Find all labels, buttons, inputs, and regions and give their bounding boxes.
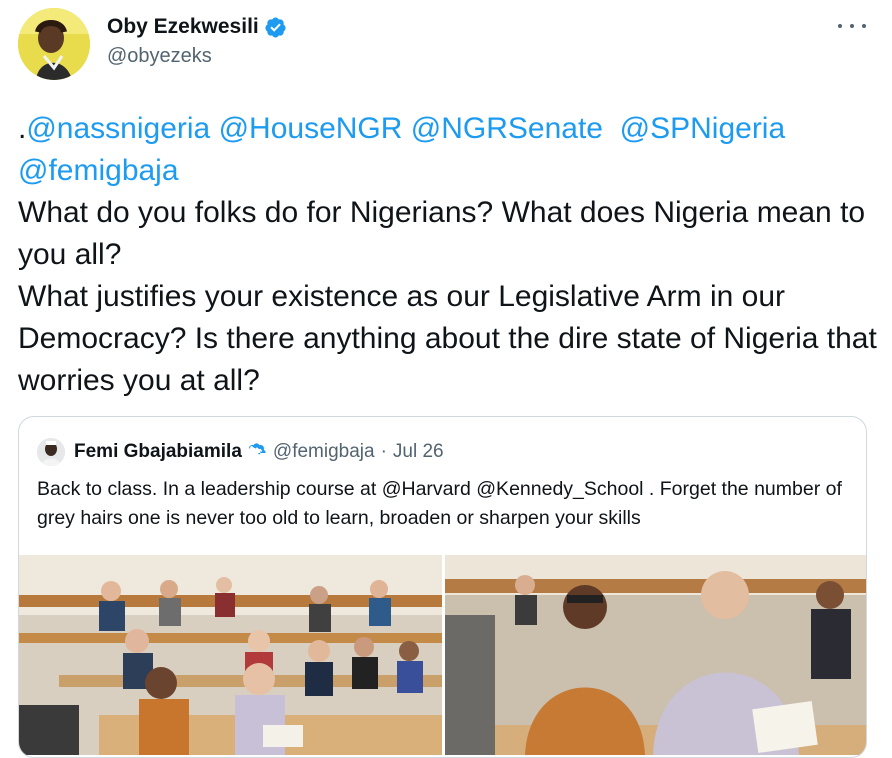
classroom-photo-2[interactable] bbox=[445, 555, 866, 755]
quote-author-handle[interactable]: @femigbaja bbox=[273, 441, 375, 463]
author-block: Oby Ezekwesili @obyezeks bbox=[107, 13, 287, 68]
quote-verified-badge-icon bbox=[248, 442, 266, 456]
quoted-tweet[interactable]: Femi Gbajabiamila @femigbaja · Jul 26 Ba… bbox=[18, 416, 867, 758]
more-options-icon[interactable] bbox=[838, 16, 866, 36]
text-segment bbox=[402, 112, 410, 145]
tweet-text: .@nassnigeria @HouseNGR @NGRSenate @SPNi… bbox=[18, 108, 878, 402]
mention-link[interactable]: @NGRSenate bbox=[411, 112, 603, 145]
verified-badge-icon bbox=[265, 16, 286, 38]
text-segment: @Harvard bbox=[381, 478, 471, 500]
avatar[interactable] bbox=[18, 8, 90, 80]
quote-avatar[interactable] bbox=[37, 438, 65, 466]
classroom-photo-1[interactable] bbox=[19, 555, 442, 755]
text-segment bbox=[603, 112, 620, 145]
quote-author-name[interactable]: Femi Gbajabiamila bbox=[74, 441, 242, 463]
tweet: Oby Ezekwesili @obyezeks .@nassnigeria @… bbox=[0, 0, 892, 758]
mention-link[interactable]: @HouseNGR bbox=[219, 112, 403, 145]
author-handle[interactable]: @obyezeks bbox=[107, 45, 287, 68]
quote-header: Femi Gbajabiamila @femigbaja · Jul 26 bbox=[37, 437, 444, 467]
quote-date[interactable]: Jul 26 bbox=[393, 441, 444, 463]
text-segment: Back to class. In a leadership course at bbox=[37, 478, 382, 500]
mention-link[interactable]: @SPNigeria bbox=[620, 112, 786, 145]
mention-link[interactable]: @nassnigeria bbox=[26, 112, 210, 145]
quote-text: Back to class. In a leadership course at… bbox=[37, 475, 857, 533]
quote-separator: · bbox=[380, 441, 387, 462]
mention-link[interactable]: @femigbaja bbox=[18, 154, 179, 187]
text-segment: @Kennedy_School bbox=[476, 478, 644, 500]
text-segment bbox=[210, 112, 218, 145]
text-segment: What do you folks do for Nigerians? What… bbox=[18, 196, 877, 397]
author-name[interactable]: Oby Ezekwesili bbox=[107, 15, 259, 39]
